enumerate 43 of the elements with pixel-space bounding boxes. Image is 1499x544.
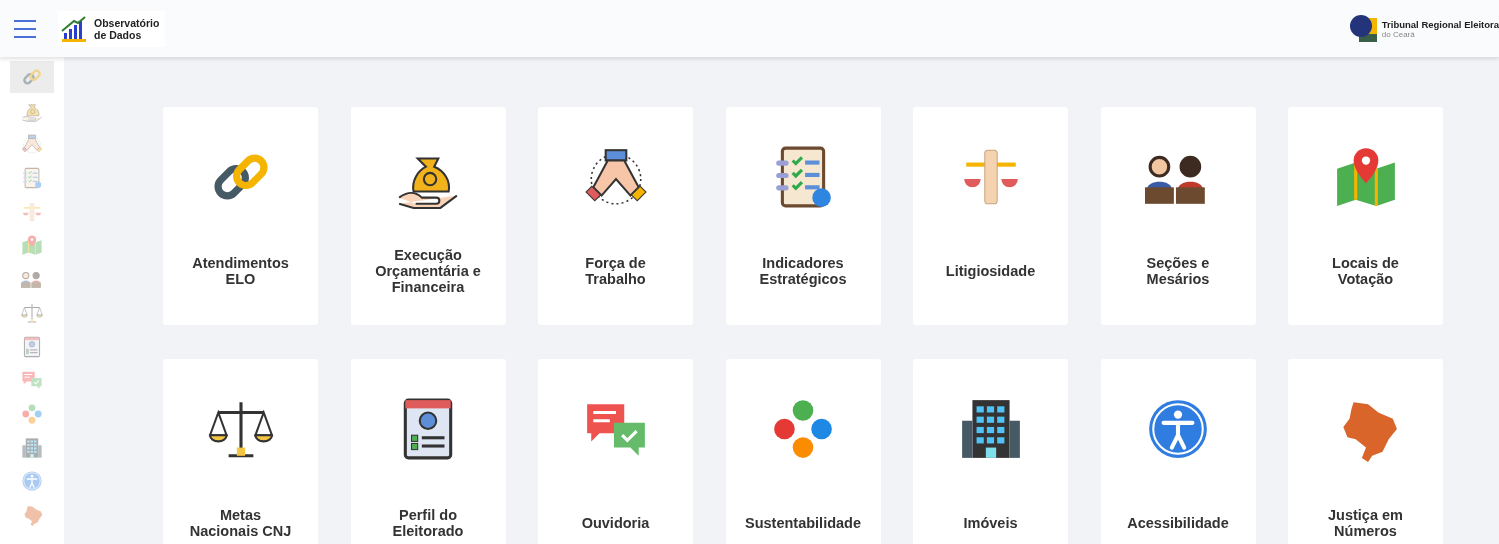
profile-document-icon [21, 335, 43, 358]
dashboard-card[interactable]: Seções e Mesários [1100, 107, 1256, 325]
dashboard-card[interactable]: Imóveis [913, 359, 1068, 544]
dashboard-card[interactable]: Acessibilidade [1100, 359, 1256, 544]
dashboard-card[interactable]: Ouvidoria [538, 359, 693, 544]
menu-button[interactable] [14, 19, 36, 38]
card-title: Perfil do Eleitorado [391, 507, 465, 539]
dashboard-card[interactable]: Atendimentos ELO [163, 107, 318, 325]
org-subtitle: do Ceará [1381, 29, 1416, 39]
hands-icon [21, 133, 43, 156]
dashboard-card[interactable]: Execução Orçamentária e Financeira [350, 107, 506, 325]
card-title: Locais de Votação [1331, 255, 1400, 287]
card-title: Litigiosidade [945, 263, 1036, 279]
sidebar-item[interactable] [10, 61, 54, 93]
card-title: Ouvidoria [581, 515, 650, 531]
card-title: Imóveis [963, 515, 1018, 531]
dashboard-card[interactable]: Sustentabilidade [725, 359, 881, 544]
card-title: Atendimentos ELO [191, 255, 290, 287]
card-title: Metas Nacionais CNJ [188, 507, 293, 539]
card-title: Acessibilidade [1127, 515, 1229, 531]
dashboard-card[interactable]: Indicadores Estratégicos [725, 107, 881, 325]
dashboard-card[interactable]: Força de Trabalho [538, 107, 693, 325]
checklist-icon [21, 167, 43, 190]
accessibility-icon [21, 470, 43, 493]
map-pin-icon [21, 234, 43, 257]
bar-chart-icon [60, 14, 88, 43]
building-icon [21, 436, 43, 459]
card-title: Justiça em Números [1327, 507, 1404, 539]
dashboard-card[interactable]: Metas Nacionais CNJ [163, 359, 318, 544]
card-title: Seções e Mesários [1145, 255, 1211, 287]
dashboard-card[interactable]: Litigiosidade [913, 107, 1068, 325]
card-title: Indicadores Estratégicos [758, 255, 848, 287]
dashboard-card[interactable]: Perfil do Eleitorado [350, 359, 506, 544]
card-title: Sustentabilidade [745, 515, 861, 531]
logo-text: Observatório de Dados [94, 16, 160, 41]
dashboard-card[interactable]: Justiça em Números [1288, 359, 1443, 544]
card-title: Força de Trabalho [584, 255, 647, 287]
emblem-icon [1348, 13, 1379, 44]
chat-bubbles-icon [21, 369, 43, 392]
dashboard-card[interactable]: Locais de Votação [1288, 107, 1443, 325]
card-title: Execução Orçamentária e Financeira [374, 247, 482, 295]
scale-icon [21, 301, 43, 324]
org-name: Tribunal Regional Eleitora [1381, 18, 1499, 30]
